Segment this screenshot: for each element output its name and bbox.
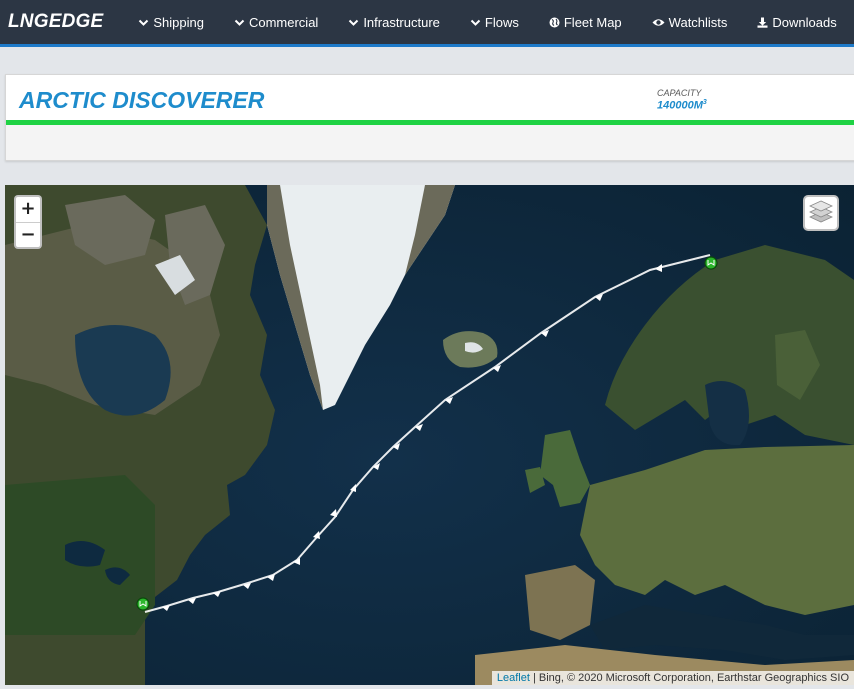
nav-commercial[interactable]: Commercial [234,15,318,30]
download-icon [757,17,768,28]
vessel-route-line [144,254,711,613]
nav-shipping[interactable]: Shipping [138,15,204,30]
vessel-status-bar [6,120,854,125]
brand-logo[interactable]: LNGEDGE [8,11,103,33]
nav-infrastructure-label: Infrastructure [363,14,440,30]
zoom-in-button[interactable]: + [16,197,40,222]
vessel-header-card: ARCTIC DISCOVERER CAPACITY 140000M3 [5,74,854,161]
nav-downloads[interactable]: Downloads [757,14,837,30]
vessel-route-map[interactable]: + − Leaflet | Bing, © 2020 Microsoft Cor… [5,185,854,685]
chevron-down-icon [348,17,359,28]
zoom-control: + − [14,195,42,249]
capacity-unit-exponent: 3 [702,99,707,106]
nav-flows[interactable]: Flows [470,15,519,30]
route-arrow [313,531,320,539]
nav-commercial-label: Commercial [248,14,319,30]
nav-fleet-map-label: Fleet Map [563,14,622,30]
nav-downloads-label: Downloads [772,14,837,30]
origin-port-marker[interactable] [704,256,718,270]
nav-shipping-label: Shipping [153,14,204,30]
nav-watchlists-label: Watchlists [668,14,728,30]
capacity-label: CAPACITY [657,88,702,98]
chevron-down-icon [234,17,245,28]
route-arrow [350,484,356,492]
destination-port-marker[interactable] [136,597,150,611]
nav-flows-label: Flows [484,14,519,30]
nav-watchlists[interactable]: Watchlists [652,14,728,30]
vessel-header-top: ARCTIC DISCOVERER CAPACITY 140000M3 [6,75,854,120]
globe-icon [549,17,560,28]
layers-icon [808,198,834,229]
route-overlay [136,254,718,613]
nav-fleet-map[interactable]: Fleet Map [549,15,622,30]
zoom-out-button[interactable]: − [16,222,40,247]
route-direction-arrows [162,264,662,611]
capacity-value: 140000M3 [657,99,707,112]
route-arrow [293,558,300,565]
vessel-name: ARCTIC DISCOVERER [19,87,265,113]
attribution-text: | Bing, © 2020 Microsoft Corporation, Ea… [529,672,849,684]
top-navbar: LNGEDGE Shipping Commercial Infrastructu… [0,0,854,47]
layers-button[interactable] [803,195,839,231]
map-attribution: Leaflet | Bing, © 2020 Microsoft Corpora… [491,671,854,685]
route-arrow [330,509,337,517]
chevron-down-icon [138,17,149,28]
eye-icon [652,17,665,28]
leaflet-link[interactable]: Leaflet [497,672,530,684]
capacity-number: 140000M [657,99,703,112]
nav-infrastructure[interactable]: Infrastructure [348,15,440,30]
chevron-down-icon [470,17,481,28]
